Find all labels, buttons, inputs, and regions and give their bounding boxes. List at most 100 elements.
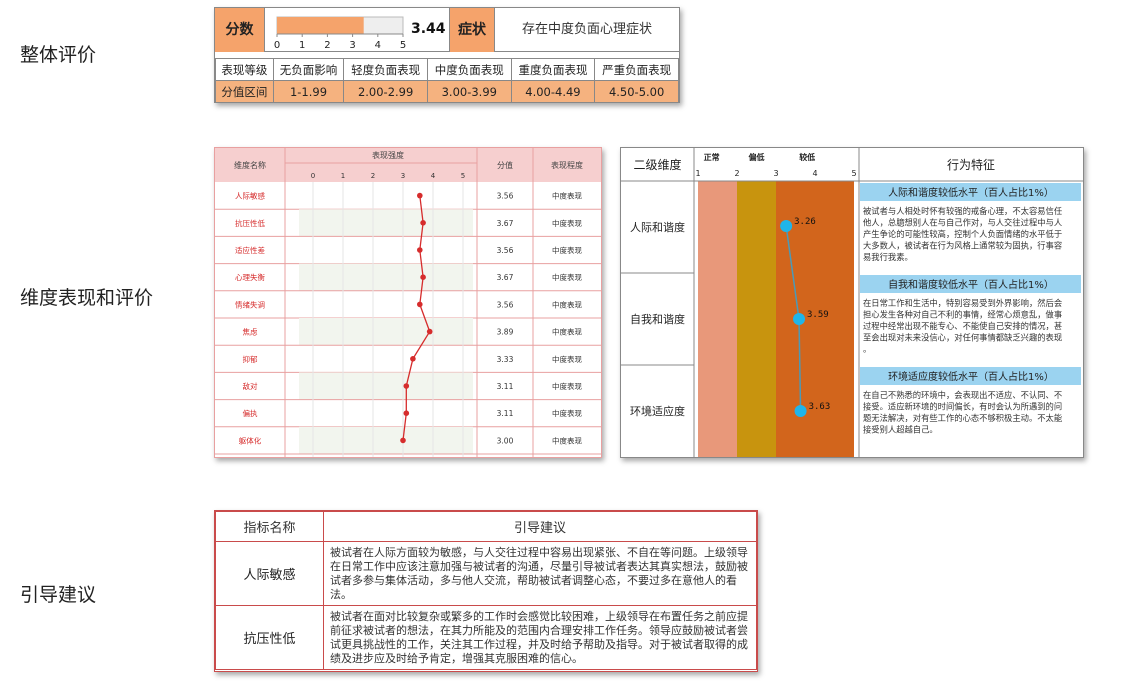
sec-band-label: 较低 — [799, 152, 815, 162]
dim-category-label: 抑郁 — [243, 354, 258, 364]
sec-feature-text: 接受别人超越自己。 — [863, 425, 938, 435]
sec-feature-title: 人际和谐度较低水平（百人占比1%） — [888, 186, 1054, 199]
dim-level-label: 中度表现 — [552, 272, 582, 282]
guidance-row: 抗压性低 被试者在面对比较复杂或繁多的工作时会感觉比较困难，上级领导在布置任务之… — [215, 605, 757, 670]
dim-x-tick-label: 5 — [461, 172, 465, 180]
sec-data-label: 3.26 — [794, 217, 816, 227]
level-range-row: 分值区间 1-1.99 2.00-2.99 3.00-3.99 4.00-4.4… — [215, 80, 679, 103]
dim-level-label: 中度表现 — [552, 191, 582, 201]
dim-data-point — [410, 356, 416, 362]
symptom-text: 存在中度负面心理症状 — [521, 22, 652, 37]
dim-x-tick-label: 3 — [401, 172, 405, 180]
dim-data-point — [417, 192, 423, 199]
guidance-header-row: 指标名称 引导建议 — [215, 511, 757, 542]
dim-score-label: 3.56 — [497, 246, 514, 255]
level-header-cell: 重度负面表现 — [510, 58, 596, 81]
sec-data-label: 3.63 — [809, 402, 831, 412]
dim-data-point — [403, 410, 410, 417]
level-header-cell: 严重负面表现 — [594, 58, 679, 81]
sec-dim-name: 环境适应度 — [630, 404, 685, 418]
dim-level-label: 中度表现 — [552, 381, 582, 391]
sec-feature-text: 在日常工作和生活中，特别容易受到外界影响，然后会 — [863, 298, 1062, 308]
level-header-cell: 轻度负面表现 — [343, 58, 428, 81]
level-header-cell: 中度负面表现 — [426, 58, 512, 81]
sec-feature-text: 过程中经常出现不能专心、不能使自己安排的情况，甚 — [863, 321, 1062, 331]
sec-dim-name: 人际和谐度 — [630, 220, 685, 234]
sec-feature-text: 。 — [863, 344, 871, 354]
score-bar-cell: 0 1 2 3 4 5 3.44 — [265, 8, 449, 52]
dim-score-label: 3.89 — [497, 328, 514, 337]
sec-x-tick-label: 1 — [695, 169, 700, 178]
sec-data-point — [780, 220, 793, 232]
dim-data-point — [403, 383, 410, 389]
dim-score-label: 3.33 — [497, 355, 514, 364]
score-label: 分数 — [215, 8, 265, 52]
dim-data-point — [426, 328, 433, 335]
score-value: 3.44 — [411, 21, 446, 37]
sec-feature-title: 自我和谐度较低水平（百人占比1%） — [888, 278, 1054, 291]
level-range-cell: 1-1.99 — [272, 80, 345, 103]
dimension-chart: 维度名称表现强度分值 表现程度0 1 2 3 4 5人际敏感 3.56 中度表现抗压性低 3.67… — [215, 148, 601, 457]
dim-category-label: 心理失衡 — [235, 272, 265, 282]
dim-data-point — [400, 437, 406, 444]
sec-feature-text: 产生争论的可能性较高，控制个人负面情绪的水平低于 — [863, 229, 1062, 239]
dim-x-tick-label: 0 — [311, 172, 315, 180]
secondary-dimension-chart: 二级维度 行为特征 正常 偏低 较低 1 2 3 4 5 人际和谐度 人际和谐度较低水平（百人占比1%… — [621, 148, 1083, 457]
sec-feature-title: 环境适应度较低水平（百人占比1%） — [888, 370, 1054, 383]
score-tick-label: 4 — [375, 40, 381, 51]
sec-feature-text: 他人，总臆想别人在与自己作对，与人交往过程中与人 — [863, 218, 1062, 228]
dimension-chart-panel: 维度名称 表现强度 分值 表现程度 0 1 2 3 4 5 人际敏感 3.56 中度表现 抗压性低 3.67… — [214, 147, 602, 458]
dim-data-point — [417, 301, 423, 308]
section-label-overall: 整体评价 — [20, 44, 97, 66]
dim-score-label: 3.67 — [497, 273, 514, 282]
dim-category-label: 焦虑 — [243, 327, 258, 337]
sec-feature-text: 题无法解决，对有些工作的心态不够积极主动。不太能 — [863, 413, 1062, 423]
score-bar-fill — [277, 17, 364, 34]
guidance-table: 指标名称 引导建议 人际敏感 被试者在人际方面较为敏感，与人交往过程中容易出现紧… — [215, 511, 757, 670]
level-range-cell: 3.00-3.99 — [426, 80, 512, 103]
sec-band-label: 正常 — [704, 152, 720, 162]
dim-level-label: 中度表现 — [552, 218, 582, 228]
dim-score-label: 3.56 — [497, 300, 514, 309]
sec-x-tick-label: 5 — [851, 169, 856, 178]
dim-header-level: 表现程度 — [551, 160, 583, 170]
guidance-row-text: 被试者在面对比较复杂或繁多的工作时会感觉比较困难，上级领导在布置任务之前应提前征… — [323, 605, 757, 670]
level-range-cell: 4.00-4.49 — [510, 80, 596, 103]
dim-data-point — [420, 220, 426, 226]
dim-category-label: 躯体化 — [239, 435, 262, 445]
guidance-row-text: 被试者在人际方面较为敏感，与人交往过程中容易出现紧张、不自在等问题。上级领导在日… — [323, 541, 757, 606]
dim-header-score: 分值 — [497, 160, 513, 170]
guidance-header-name: 指标名称 — [215, 511, 324, 542]
dim-category-label: 抗压性低 — [235, 218, 265, 228]
dim-score-label: 3.00 — [497, 436, 514, 445]
level-header-cell: 无负面影响 — [272, 58, 345, 81]
sec-dim-name: 自我和谐度 — [630, 312, 685, 326]
sec-data-point — [793, 313, 806, 325]
dim-category-label: 适应性差 — [235, 245, 265, 255]
dim-category-label: 情绪失调 — [235, 299, 265, 309]
guidance-row: 人际敏感 被试者在人际方面较为敏感，与人交往过程中容易出现紧张、不自在等问题。上… — [215, 541, 757, 606]
dim-score-label: 3.67 — [497, 219, 514, 228]
score-tick-label: 2 — [324, 40, 330, 51]
sec-header-dim: 二级维度 — [633, 157, 681, 172]
score-bar-ticks: 0 1 2 3 4 5 — [274, 34, 406, 51]
score-tick-label: 1 — [299, 40, 305, 51]
dim-level-label: 中度表现 — [552, 408, 582, 418]
guidance-row-name: 人际敏感 — [215, 541, 324, 606]
sec-band — [698, 181, 737, 457]
dim-header-bg — [215, 148, 601, 182]
level-header-row: 表现等级 无负面影响 轻度负面表现 中度负面表现 重度负面表现 严重负面表现 — [215, 58, 679, 81]
level-range-cell: 4.50-5.00 — [594, 80, 679, 103]
sec-band — [737, 181, 776, 457]
sec-data-label: 3.59 — [807, 310, 829, 320]
dim-data-point — [420, 274, 426, 280]
symptom-label: 症状 — [449, 8, 495, 52]
dim-category-label: 偏执 — [243, 408, 258, 418]
guidance-row-name: 抗压性低 — [215, 605, 324, 670]
dim-header-strength: 表现强度 — [372, 150, 404, 160]
overall-evaluation-panel: 分数 0 1 2 3 4 5 3.44 症状 存在中度负面心理症状 表现等级 无负面影响 … — [214, 7, 680, 103]
sec-feature-text: 担心发生各种对自己不利的事情，经常心烦意乱，做事 — [863, 310, 1062, 320]
dim-level-label: 中度表现 — [552, 299, 582, 309]
sec-data-point — [794, 405, 807, 417]
dim-category-label: 敌对 — [243, 381, 258, 391]
